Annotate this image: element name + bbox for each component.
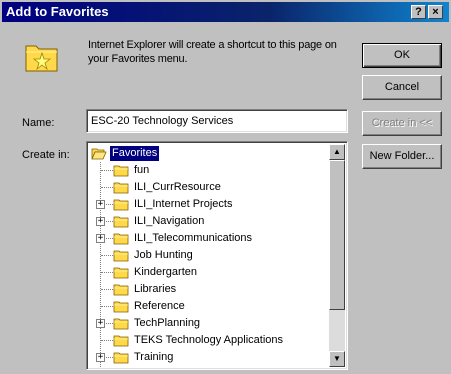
expand-icon[interactable]: +	[96, 234, 105, 243]
cancel-button[interactable]: Cancel	[362, 75, 442, 100]
tree-item-label: ILI_Navigation	[134, 215, 205, 227]
tree-connector	[100, 162, 101, 367]
folder-icon	[113, 165, 129, 177]
create-in-button[interactable]: Create in <<	[362, 111, 442, 136]
expand-icon[interactable]: +	[96, 200, 105, 209]
tree-item-label: ILI_Internet Projects	[134, 198, 233, 210]
folder-icon	[113, 233, 129, 245]
folder-icon	[113, 335, 129, 347]
name-input[interactable]: ESC-20 Technology Services	[86, 109, 348, 133]
tree-item-label: fun	[134, 164, 150, 176]
folder-tree[interactable]: Favorites fun ILI_CurrResource + ILI_Intern…	[86, 141, 348, 370]
tree-item-label: TEKS Technology Applications	[134, 334, 283, 346]
name-label: Name:	[22, 117, 55, 129]
tree-connector	[101, 272, 113, 273]
tree-connector	[101, 289, 113, 290]
dialog-title: Add to Favorites	[6, 4, 109, 19]
folder-icon	[113, 284, 129, 296]
tree-item-label: Kindergarten	[134, 266, 197, 278]
scroll-thumb[interactable]	[329, 160, 345, 310]
new-folder-button[interactable]: New Folder...	[362, 144, 442, 169]
tree-item-label: Reference	[134, 300, 185, 312]
ok-button[interactable]: OK	[362, 43, 442, 68]
tree-connector	[101, 255, 113, 256]
folder-icon	[113, 182, 129, 194]
expand-icon[interactable]: +	[96, 217, 105, 226]
tree-item-label: Job Hunting	[134, 249, 193, 261]
tree-scrollbar[interactable]: ▲ ▼	[329, 144, 345, 367]
open-folder-icon	[91, 148, 107, 160]
title-bar[interactable]: Add to Favorites ? ×	[2, 2, 449, 22]
tree-item-label: Libraries	[134, 283, 177, 295]
folder-icon	[113, 301, 129, 313]
tree-item-label: ILI_CurrResource	[134, 181, 221, 193]
close-button[interactable]: ×	[428, 5, 443, 19]
scroll-up-arrow-icon[interactable]: ▲	[329, 144, 345, 160]
expand-icon[interactable]: +	[96, 353, 105, 362]
tree-item-label: Favorites	[110, 146, 160, 161]
tree-connector	[101, 340, 113, 341]
tree-item-label: ILI_Telecommunications	[134, 232, 253, 244]
folder-icon	[113, 352, 129, 364]
tree-item-label: TechPlanning	[134, 317, 201, 329]
folder-icon	[113, 318, 129, 330]
add-to-favorites-dialog: Add to Favorites ? × Internet Explorer w…	[0, 0, 451, 374]
folder-icon	[113, 250, 129, 262]
favorites-star-folder-icon	[25, 45, 58, 72]
folder-icon	[113, 216, 129, 228]
help-button[interactable]: ?	[411, 5, 426, 19]
folder-icon	[113, 199, 129, 211]
scroll-down-arrow-icon[interactable]: ▼	[329, 351, 345, 367]
expand-icon[interactable]: +	[96, 319, 105, 328]
tree-item-label: Training	[134, 351, 174, 363]
description-text: Internet Explorer will create a shortcut…	[88, 39, 337, 65]
folder-icon	[113, 267, 129, 279]
tree-connector	[101, 170, 113, 171]
tree-connector	[101, 306, 113, 307]
tree-connector	[101, 187, 113, 188]
create-in-label: Create in:	[22, 149, 70, 161]
